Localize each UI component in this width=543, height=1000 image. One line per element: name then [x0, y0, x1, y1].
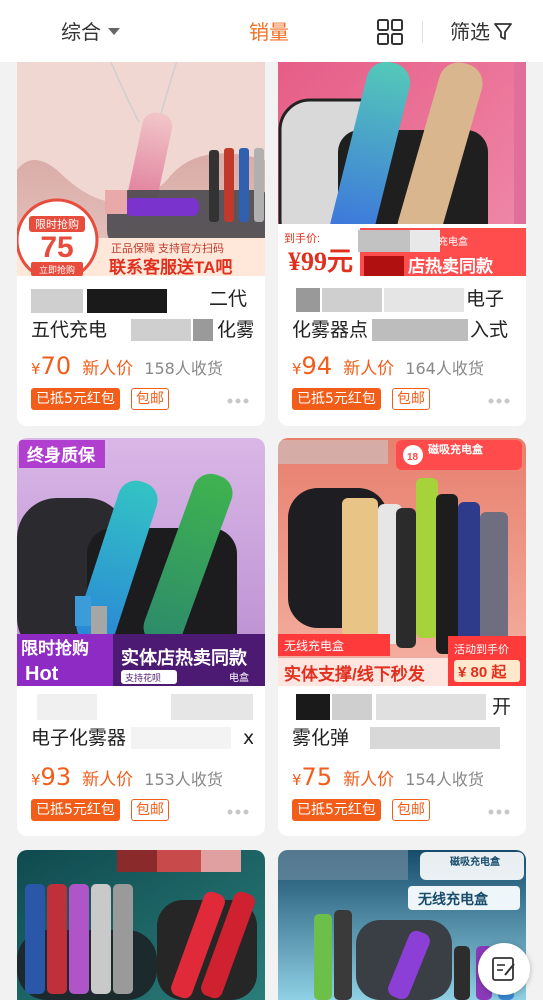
svg-text:到手价:: 到手价: [284, 231, 320, 245]
product-title[interactable]: 电子 化雾器点 入式 [292, 284, 514, 346]
price-row: ¥75 新人价 154人收货 [292, 763, 517, 791]
more-options-icon[interactable] [488, 398, 510, 404]
svg-text:支持花呗: 支持花呗 [125, 672, 161, 683]
price-row: ¥93 新人价 153人收货 [31, 763, 256, 791]
svg-text:限时抢购: 限时抢购 [21, 638, 89, 658]
svg-text:联系客服送TA吧: 联系客服送TA吧 [109, 257, 232, 276]
new-user-price-label: 新人价 [82, 770, 134, 790]
svg-text:实体店热卖同款: 实体店热卖同款 [121, 647, 248, 668]
product-title[interactable]: 开 雾化弹 [292, 692, 514, 754]
sold-count: 153人收货 [144, 770, 223, 789]
svg-text:无线充电盒: 无线充电盒 [417, 891, 489, 907]
product-image[interactable]: 终身质保 限时抢购 Hot 实体店热卖同款 支持花呗 电盒 [17, 438, 265, 686]
product-price: ¥94 [292, 352, 333, 380]
more-options-icon[interactable] [227, 809, 249, 815]
coupon-badge: 已抵5元红包 [31, 799, 120, 821]
edit-icon [492, 957, 515, 981]
new-user-price-label: 新人价 [82, 359, 134, 379]
free-shipping-badge: 包邮 [392, 799, 431, 821]
svg-text:店热卖同款: 店热卖同款 [408, 256, 494, 276]
product-card[interactable]: 终身质保 限时抢购 Hot 实体店热卖同款 支持花呗 电盒 电子化雾器 x ¥9… [17, 438, 265, 836]
free-shipping-badge: 包邮 [131, 388, 170, 410]
sort-filter[interactable]: 筛选 [450, 18, 490, 46]
sort-bar: 综合 销量 筛选 [0, 0, 543, 62]
svg-text:磁吸充电盒: 磁吸充电盒 [428, 442, 484, 456]
svg-text:无线充电盒: 无线充电盒 [284, 638, 344, 653]
badge-flash-text: 限时抢购 [35, 217, 79, 231]
badge-number: 75 [40, 231, 73, 264]
svg-text:终身质保: 终身质保 [27, 445, 96, 465]
product-card[interactable]: 到手价: ¥99元 充电盒 店热卖同款 电子 化雾器点 入式 ¥94 新人价 1… [278, 30, 526, 426]
svg-text:¥ 80 起: ¥ 80 起 [458, 664, 507, 681]
sold-count: 154人收货 [405, 770, 484, 789]
filter-icon[interactable] [494, 23, 512, 41]
price-row: ¥94 新人价 164人收货 [292, 352, 517, 380]
new-user-price-label: 新人价 [343, 359, 395, 379]
more-options-icon[interactable] [227, 398, 249, 404]
product-image[interactable]: 限时抢购 75 立即抢购 正品保障 支持官方扫码 联系客服送TA吧 [17, 30, 265, 276]
sort-comprehensive[interactable]: 综合 [61, 18, 101, 46]
grid-view-icon[interactable] [377, 19, 403, 45]
coupon-badge: 已抵5元红包 [292, 799, 381, 821]
svg-text:实体支撑/线下秒发: 实体支撑/线下秒发 [284, 664, 426, 684]
chevron-down-icon[interactable] [108, 28, 120, 35]
product-card[interactable]: 限时抢购 75 立即抢购 正品保障 支持官方扫码 联系客服送TA吧 二代 五代充… [17, 30, 265, 426]
svg-text:Hot: Hot [25, 663, 59, 685]
new-user-price-label: 新人价 [343, 770, 395, 790]
svg-text:¥99元: ¥99元 [288, 247, 353, 276]
product-card[interactable]: 18 磁吸充电盒 无线充电盒 实体支撑/线下秒发 活动到手价 ¥ 80 起 开 [278, 438, 526, 836]
svg-text:磁吸充电盒: 磁吸充电盒 [450, 855, 501, 868]
sold-count: 158人收货 [144, 359, 223, 378]
product-image[interactable]: 18 磁吸充电盒 无线充电盒 实体支撑/线下秒发 活动到手价 ¥ 80 起 [278, 438, 526, 686]
sold-count: 164人收货 [405, 359, 484, 378]
product-price: ¥70 [31, 352, 72, 380]
svg-text:充电盒: 充电盒 [438, 235, 468, 248]
svg-text:正品保障 支持官方扫码: 正品保障 支持官方扫码 [111, 241, 224, 255]
divider [422, 21, 423, 43]
product-image[interactable]: 到手价: ¥99元 充电盒 店热卖同款 [278, 30, 526, 276]
product-title[interactable]: 二代 五代充电 化雾 [31, 284, 253, 346]
free-shipping-badge: 包邮 [131, 799, 170, 821]
feedback-button[interactable] [478, 943, 530, 995]
product-title[interactable]: 电子化雾器 x [31, 692, 253, 754]
more-options-icon[interactable] [488, 809, 510, 815]
sort-sales[interactable]: 销量 [249, 18, 289, 46]
coupon-badge: 已抵5元红包 [292, 388, 381, 410]
svg-text:立即抢购: 立即抢购 [39, 264, 75, 275]
product-image[interactable] [17, 850, 265, 1000]
product-price: ¥93 [31, 763, 72, 791]
price-row: ¥70 新人价 158人收货 [31, 352, 256, 380]
product-card[interactable] [17, 850, 265, 1000]
product-price: ¥75 [292, 763, 333, 791]
svg-text:18: 18 [407, 452, 419, 463]
free-shipping-badge: 包邮 [392, 388, 431, 410]
coupon-badge: 已抵5元红包 [31, 388, 120, 410]
svg-text:电盒: 电盒 [229, 671, 249, 684]
svg-text:活动到手价: 活动到手价 [454, 642, 509, 656]
